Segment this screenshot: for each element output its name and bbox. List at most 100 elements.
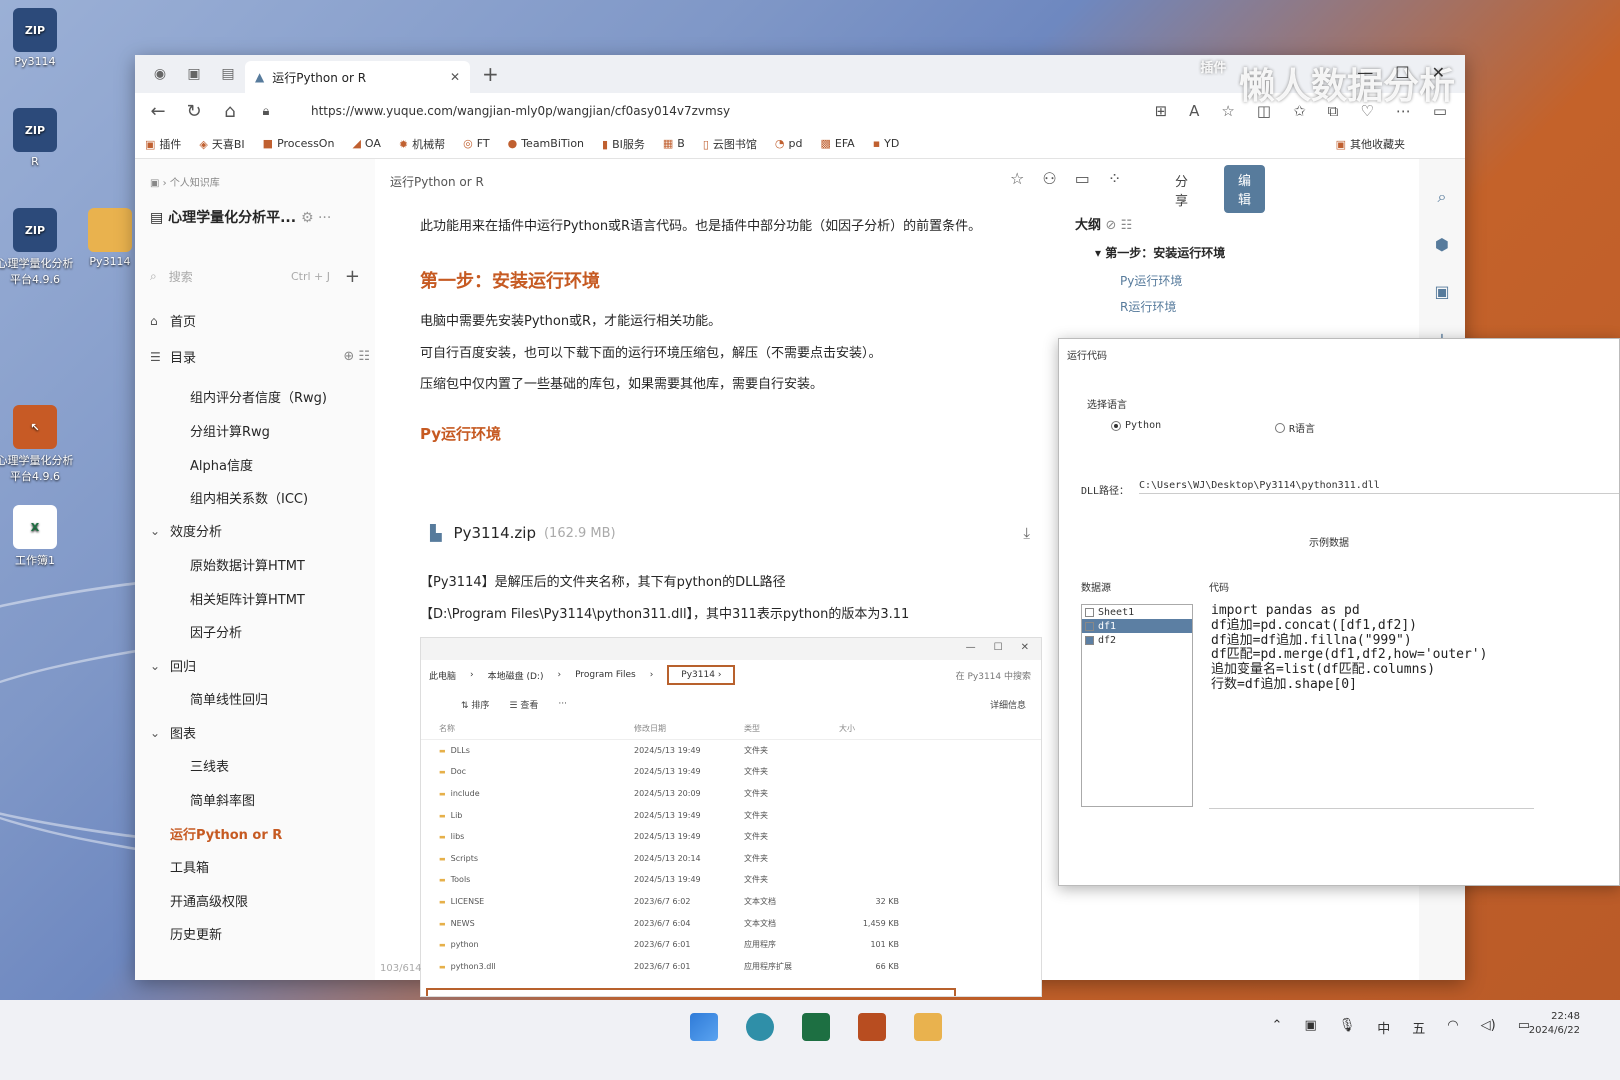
desktop-icon-r-zip[interactable]: ZIP R — [0, 108, 75, 168]
ime-mode[interactable]: 五 — [1412, 1018, 1425, 1037]
toc-item[interactable]: 原始数据计算HTMT — [150, 555, 370, 574]
home-icon[interactable]: ⌂ — [219, 101, 241, 122]
radio-r[interactable]: R语言 — [1275, 420, 1315, 435]
desktop-icon-workbook[interactable]: X 工作簿1 — [0, 505, 75, 568]
toc-item[interactable]: 简单斜率图 — [150, 790, 370, 809]
mic-icon[interactable]: 🎙︎ — [1339, 1018, 1356, 1037]
bookmark-item[interactable]: ● TeamBiTion — [508, 137, 584, 150]
close-window-icon[interactable]: ✕ — [1432, 63, 1445, 82]
profile-icon[interactable]: ◉ — [150, 64, 170, 84]
toc-item[interactable]: 开通高级权限 — [150, 891, 370, 910]
wifi-icon[interactable]: ◠ — [1447, 1018, 1458, 1037]
clock[interactable]: 22:48 2024/6/22 — [1529, 1010, 1580, 1038]
table-cell: 文件夹 — [744, 832, 768, 842]
row-highlight — [426, 988, 956, 996]
bookmark-item[interactable]: ◈ 天喜BI — [199, 136, 244, 152]
toc-item[interactable]: 组内相关系数（ICC) — [150, 488, 370, 507]
file-attachment[interactable]: ▙ Py3114.zip (162.9 MB) ⤓ — [430, 524, 1030, 542]
collections-icon[interactable]: ▣ — [184, 64, 204, 84]
tray-app-icon[interactable]: ▣ — [1304, 1018, 1316, 1037]
plugins-icon[interactable]: ⁘ — [1108, 169, 1121, 188]
dll-path-input[interactable]: C:\Users\WJ\Desktop\Py3114\python311.dll — [1139, 480, 1619, 494]
edit-button[interactable]: 编辑 — [1224, 165, 1266, 213]
example-data-link[interactable]: 示例数据 — [1309, 534, 1349, 549]
bookmark-item[interactable]: ◎ FT — [463, 137, 489, 150]
toc-item[interactable]: 工具箱 — [150, 857, 370, 876]
refresh-icon[interactable]: ↻ — [183, 101, 205, 122]
bookmark-item[interactable]: ■ ProcessOn — [263, 137, 335, 150]
toc-item[interactable]: 因子分析 — [150, 622, 370, 641]
back-icon[interactable]: ← — [147, 101, 169, 122]
toc-item[interactable]: Alpha信度 — [150, 455, 370, 474]
table-cell: 文件夹 — [744, 767, 768, 777]
toc-group[interactable]: ⌄ 回归 — [150, 656, 370, 676]
toc-item[interactable]: 分组计算Rwg — [150, 421, 370, 440]
minimize-icon[interactable]: — — [1357, 63, 1373, 82]
edge-icon[interactable] — [746, 1013, 774, 1041]
bookmark-item[interactable]: ✹ 机械帮 — [399, 136, 445, 152]
tools-icon[interactable]: ⬢ — [1435, 235, 1449, 254]
bookmark-item[interactable]: ▦ B — [663, 137, 685, 150]
ime-indicator[interactable]: 中 — [1377, 1018, 1390, 1037]
desktop-icon-py3114-zip[interactable]: ZIP Py3114 — [0, 8, 75, 68]
search-icon[interactable]: ⌕ — [1438, 187, 1447, 207]
outline-item[interactable]: ▾ 第一步：安装运行环境 — [1095, 244, 1225, 261]
toc-item[interactable]: 三线表 — [150, 756, 370, 775]
read-aloud-icon[interactable]: A — [1189, 102, 1199, 120]
outlook-icon[interactable]: ▣ — [1434, 282, 1449, 301]
outline-item[interactable]: Py运行环境 — [1120, 272, 1182, 289]
maximize-icon[interactable]: ☐ — [1395, 63, 1409, 82]
folder-icon[interactable] — [914, 1013, 942, 1041]
list-item[interactable]: df1 — [1082, 619, 1192, 633]
toc-item[interactable]: 组内评分者信度（Rwg) — [150, 387, 370, 406]
url-field[interactable]: https://www.yuque.com/wangjian-mly0p/wan… — [311, 104, 1071, 118]
tab-bar: ◉ ▣ ▤ ▲ 运行Python or R ✕ + 插件 懒人数据分析 — ☐ … — [135, 55, 1465, 107]
bookmark-item[interactable]: ▮ BI服务 — [602, 136, 645, 152]
toc-group[interactable]: ⌄ 图表 — [150, 723, 370, 743]
bookmark-item[interactable]: ▩ EFA — [820, 137, 854, 150]
table-cell: 1,459 KB — [862, 918, 899, 928]
table-cell: 2024/5/13 19:49 — [634, 767, 701, 777]
volume-icon[interactable]: ◁) — [1481, 1018, 1496, 1037]
windows-start-icon[interactable] — [690, 1013, 718, 1041]
app-icon[interactable] — [858, 1013, 886, 1041]
kb-title[interactable]: ▤ 心理学量化分析平... ⚙ ··· — [150, 207, 331, 227]
list-item[interactable]: df2 — [1082, 633, 1192, 647]
close-tab-icon[interactable]: ✕ — [450, 70, 460, 84]
breadcrumb[interactable]: ▣ › 个人知识库 — [150, 174, 220, 189]
star-icon[interactable]: ☆ — [1010, 169, 1024, 188]
toc-item[interactable]: 历史更新 — [150, 924, 370, 943]
collaborators-icon[interactable]: ⚇ — [1042, 169, 1056, 188]
add-icon[interactable]: + — [345, 266, 360, 287]
other-bookmarks[interactable]: ▣ 其他收藏夹 — [1336, 136, 1405, 152]
toc-item[interactable]: 简单线性回归 — [150, 689, 370, 708]
apps-icon[interactable]: ⊞ — [1155, 102, 1168, 120]
bookmark-item[interactable]: ▪ YD — [873, 137, 900, 150]
chevron-up-icon[interactable]: ⌃ — [1272, 1018, 1283, 1037]
search-input[interactable]: ⌕ 搜索 Ctrl + J + — [150, 264, 360, 288]
toc-item-active[interactable]: 运行Python or R — [150, 824, 370, 843]
new-tab-button[interactable]: + — [482, 62, 499, 86]
radio-python[interactable]: Python — [1111, 420, 1161, 431]
nav-toc[interactable]: ☰ 目录 ⊕ ☷ — [150, 347, 370, 366]
list-item[interactable]: Sheet1 — [1082, 605, 1192, 619]
toc-item[interactable]: 相关矩阵计算HTMT — [150, 589, 370, 608]
toc-group[interactable]: ⌄ 效度分析 — [150, 521, 370, 541]
share-button[interactable]: 分享 — [1175, 171, 1188, 209]
browser-tab[interactable]: ▲ 运行Python or R ✕ — [245, 61, 470, 93]
nav-home[interactable]: ⌂ 首页 — [150, 311, 370, 331]
download-icon[interactable]: ⤓ — [1023, 524, 1030, 542]
bookmark-item[interactable]: ▯ 云图书馆 — [703, 136, 757, 152]
present-icon[interactable]: ▭ — [1075, 169, 1090, 188]
desktop-icon-platform-app[interactable]: ↖ 心理学量化分析平台4.9.6 — [0, 405, 75, 484]
desktop-icon-platform-zip[interactable]: ZIP 心理学量化分析平台4.9.6 — [0, 208, 75, 287]
outline-item[interactable]: R运行环境 — [1120, 298, 1176, 315]
tab-favicon-icon: ▲ — [255, 70, 265, 84]
bookmark-item[interactable]: ◔ pd — [775, 137, 803, 150]
tab-actions-icon[interactable]: ▤ — [218, 64, 238, 84]
excel-icon[interactable] — [802, 1013, 830, 1041]
code-editor[interactable]: import pandas as pd df追加=pd.concat([df1,… — [1209, 603, 1534, 809]
bookmark-item[interactable]: ▣ 插件 — [145, 136, 181, 152]
datasource-list[interactable]: Sheet1 df1 df2 — [1081, 604, 1193, 807]
bookmark-item[interactable]: ◢ OA — [352, 137, 380, 150]
